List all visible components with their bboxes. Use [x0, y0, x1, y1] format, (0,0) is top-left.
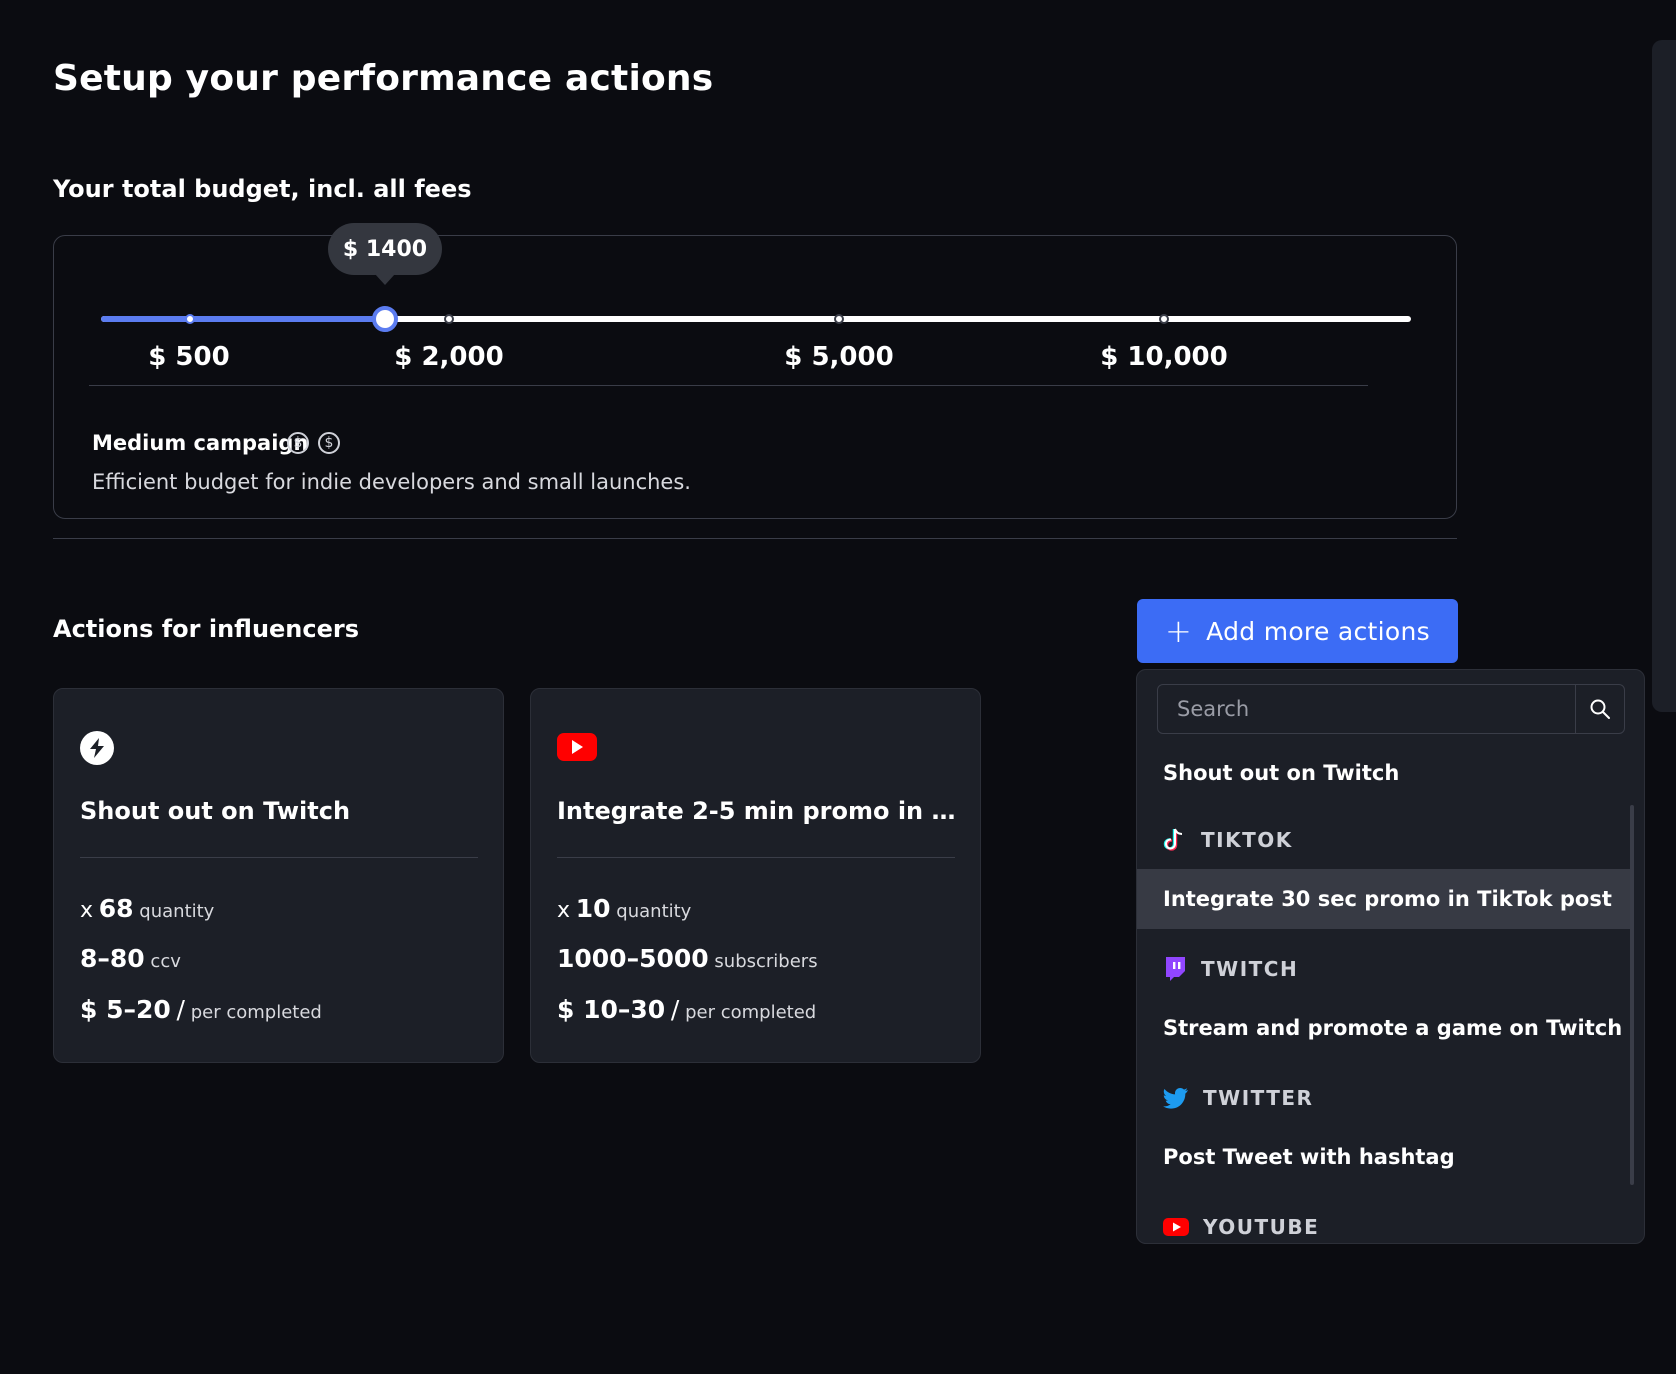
dropdown-group-label: TIKTOK	[1201, 828, 1293, 852]
plus-icon: +	[1165, 612, 1193, 650]
dropdown-item[interactable]: Shout out on Twitch	[1137, 743, 1633, 803]
price-value: $ 10–30	[557, 995, 666, 1024]
action-card[interactable]: Shout out on Twitch x 68 quantity 8–80 c…	[53, 688, 504, 1063]
card-quantity: x 68 quantity	[80, 894, 214, 923]
card-reach: 8–80 ccv	[80, 944, 181, 973]
add-more-actions-label: Add more actions	[1206, 616, 1430, 646]
dropdown-group-tiktok: TIKTOK	[1163, 825, 1293, 855]
tooltip-arrow	[375, 274, 395, 285]
search-icon	[1590, 699, 1610, 719]
page-title: Setup your performance actions	[53, 58, 714, 99]
reach-value: 1000–5000	[557, 944, 709, 973]
campaign-name: Medium campaign	[92, 431, 309, 455]
slider-tick-2000[interactable]	[444, 314, 454, 324]
quantity-value: 10	[575, 894, 611, 923]
dropdown-group-label: TWITCH	[1201, 957, 1299, 981]
dropdown-group-youtube: YOUTUBE	[1163, 1212, 1319, 1242]
dropdown-item[interactable]: Integrate 30 sec promo in TikTok post	[1137, 869, 1633, 929]
youtube-icon	[1163, 1218, 1189, 1236]
card-price: $ 10–30 / per completed	[557, 995, 816, 1024]
tick-label-500: $ 500	[148, 342, 230, 372]
dropdown-item[interactable]: Post Tweet with hashtag	[1137, 1127, 1633, 1187]
search-input[interactable]	[1158, 685, 1578, 733]
dollar-icon: $	[287, 432, 309, 454]
tiktok-icon	[1163, 828, 1183, 851]
card-price: $ 5–20 / per completed	[80, 995, 322, 1024]
quantity-prefix: x	[80, 898, 94, 923]
budget-value-tooltip: $ 1400	[328, 223, 442, 275]
bolt-icon	[80, 731, 114, 765]
dollar-icon: $	[318, 432, 340, 454]
price-value: $ 5–20	[80, 995, 171, 1024]
budget-slider-fill	[101, 316, 385, 322]
section-divider	[53, 538, 1457, 539]
action-card-title: Integrate 2-5 min promo in You...	[557, 797, 957, 825]
dropdown-group-label: TWITTER	[1203, 1086, 1314, 1110]
budget-slider-thumb[interactable]	[372, 306, 398, 332]
card-divider	[80, 857, 478, 858]
budget-heading: Your total budget, incl. all fees	[53, 175, 472, 203]
card-divider	[557, 857, 955, 858]
twitter-icon	[1163, 1088, 1188, 1109]
action-card-title: Shout out on Twitch	[80, 797, 351, 825]
actions-heading: Actions for influencers	[53, 615, 360, 643]
youtube-icon	[557, 733, 597, 761]
add-more-actions-button[interactable]: + Add more actions	[1137, 599, 1458, 663]
actions-dropdown: Shout out on Twitch TIKTOK Integrate 30 …	[1136, 669, 1645, 1244]
card-quantity: x 10 quantity	[557, 894, 691, 923]
quantity-prefix: x	[557, 898, 571, 923]
price-unit: per completed	[685, 1002, 817, 1023]
slider-tick-10000[interactable]	[1159, 314, 1169, 324]
tick-label-5000: $ 5,000	[784, 342, 894, 372]
search-box	[1157, 684, 1625, 734]
slider-tick-500[interactable]	[185, 314, 195, 324]
reach-unit: subscribers	[714, 951, 818, 972]
campaign-description: Efficient budget for indie developers an…	[92, 470, 691, 494]
dropdown-group-twitch: TWITCH	[1163, 954, 1298, 984]
quantity-value: 68	[98, 894, 134, 923]
quantity-unit: quantity	[139, 901, 215, 922]
search-button[interactable]	[1575, 685, 1624, 733]
dropdown-group-label: YOUTUBE	[1203, 1215, 1320, 1239]
tick-label-10000: $ 10,000	[1100, 342, 1228, 372]
slider-tick-5000[interactable]	[834, 314, 844, 324]
reach-unit: ccv	[150, 951, 181, 972]
price-unit: per completed	[190, 1002, 322, 1023]
price-separator: /	[670, 995, 680, 1024]
budget-divider	[89, 385, 1368, 386]
dropdown-scrollbar[interactable]	[1630, 805, 1634, 1185]
side-panel-edge	[1652, 40, 1676, 712]
card-reach: 1000–5000 subscribers	[557, 944, 818, 973]
dropdown-group-twitter: TWITTER	[1163, 1083, 1313, 1113]
action-card[interactable]: Integrate 2-5 min promo in You... x 10 q…	[530, 688, 981, 1063]
price-separator: /	[176, 995, 185, 1024]
dropdown-item[interactable]: Stream and promote a game on Twitch	[1137, 998, 1633, 1058]
tick-label-2000: $ 2,000	[394, 342, 504, 372]
reach-value: 8–80	[80, 944, 145, 973]
quantity-unit: quantity	[616, 901, 692, 922]
twitch-icon	[1166, 957, 1185, 981]
